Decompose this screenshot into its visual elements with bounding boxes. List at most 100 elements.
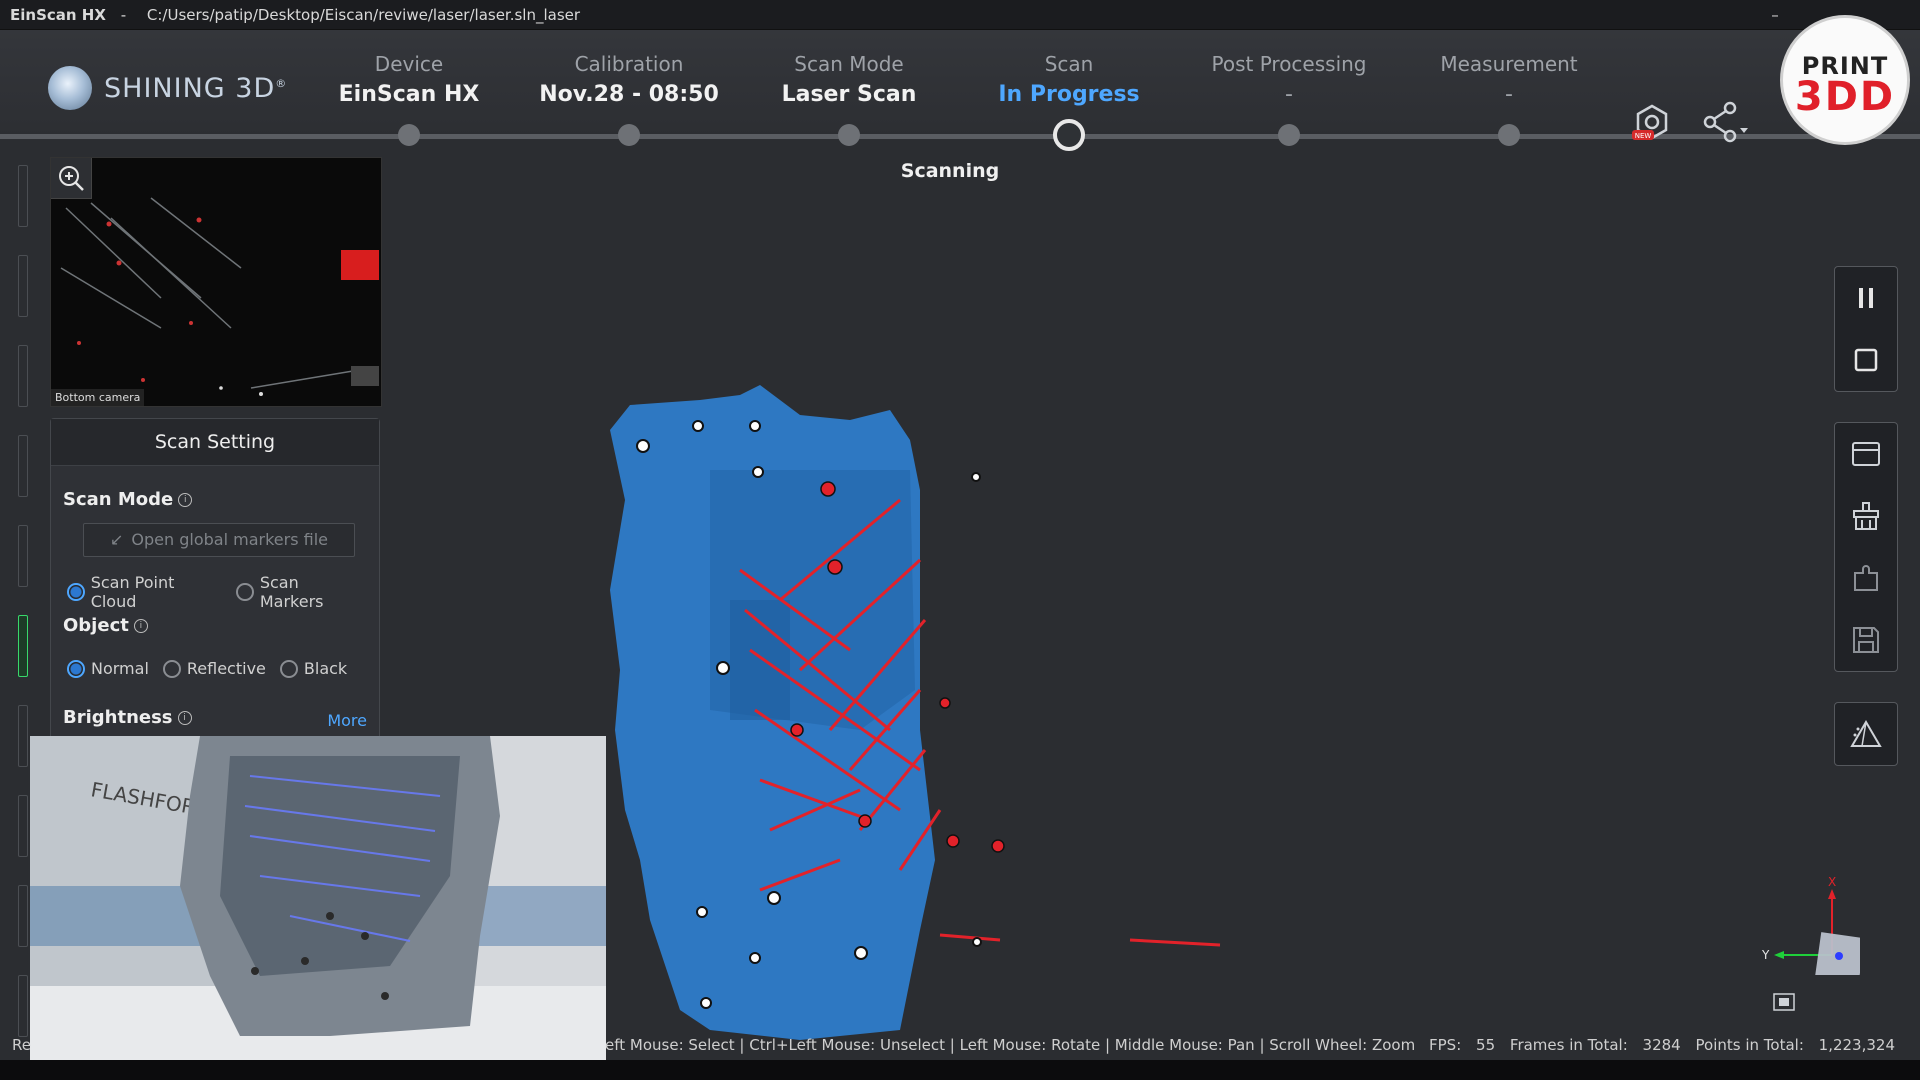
share-icon[interactable] (1700, 100, 1748, 144)
axis-x-label: X (1828, 875, 1836, 889)
open-markers-label: Open global markers file (131, 530, 328, 549)
info-icon[interactable]: i (133, 619, 148, 633)
scan-control-group (1834, 266, 1898, 392)
step-node-device[interactable] (398, 124, 420, 146)
new-feature-icon[interactable]: NEW (1630, 100, 1674, 144)
radio-unselected-icon (162, 659, 181, 678)
points-value: 1,223,324 (1818, 1036, 1895, 1054)
step-value: Nov.28 - 08:50 (539, 82, 719, 107)
stop-icon (1854, 348, 1878, 372)
brightness-label: Brightness (63, 707, 173, 728)
step-scan[interactable]: Scan In Progress (959, 52, 1179, 107)
fps-label: FPS: (1429, 1036, 1462, 1054)
strip-segment-active (18, 615, 28, 677)
pause-button[interactable] (1835, 267, 1897, 329)
more-link[interactable]: More (327, 711, 367, 730)
strip-segment (18, 705, 28, 767)
step-node-post-processing[interactable] (1278, 124, 1300, 146)
object-options: Normal Reflective Black (67, 659, 361, 678)
plugin-button[interactable] (1835, 547, 1897, 609)
step-node-scan-mode[interactable] (838, 124, 860, 146)
strip-segment (18, 255, 28, 317)
badge-line2: 3DD (1794, 74, 1896, 120)
left-progress-strip (18, 165, 28, 1045)
strip-segment (18, 165, 28, 227)
step-node-measurement[interactable] (1498, 124, 1520, 146)
zoom-in-button[interactable] (51, 158, 92, 199)
mesh-button[interactable] (1835, 703, 1897, 765)
brand-name: SHINING 3D (104, 72, 276, 104)
info-icon[interactable]: i (177, 711, 192, 725)
status-left-fragment: Re (12, 1036, 31, 1054)
fit-view-icon (1773, 993, 1795, 1011)
strip-segment (18, 435, 28, 497)
window-button[interactable] (1835, 423, 1897, 485)
step-value: - (1285, 82, 1293, 107)
frames-label: Frames in Total: (1509, 1036, 1628, 1054)
registered-mark: ® (275, 76, 288, 90)
edit-tools-group (1834, 422, 1898, 672)
panel-title: Scan Setting (51, 419, 379, 466)
strip-segment (18, 525, 28, 587)
step-label: Post Processing (1211, 52, 1367, 76)
radio-scan-point-cloud[interactable]: Scan Point Cloud (67, 573, 222, 611)
open-global-markers-button[interactable]: ↙ Open global markers file (83, 523, 355, 557)
step-value: EinScan HX (338, 82, 480, 107)
import-icon: ↙ (110, 530, 124, 549)
radio-normal[interactable]: Normal (67, 659, 149, 678)
radio-label: Normal (91, 659, 149, 678)
frames-value: 3284 (1642, 1036, 1681, 1054)
scan-setting-panel: Scan Setting Scan Mode i ↙ Open global mar… (50, 418, 380, 740)
window-icon (1852, 442, 1880, 466)
save-button[interactable] (1835, 609, 1897, 671)
shining3d-logo-icon (48, 66, 92, 110)
window-title-bar: EinScan HX - C:/Users/patip/Desktop/Eisc… (0, 0, 1920, 30)
plugin-icon (1854, 565, 1878, 591)
radio-black[interactable]: Black (279, 659, 348, 678)
scan-mode-heading: Scan Mode i (63, 489, 193, 510)
zoom-in-icon (59, 166, 84, 191)
bottom-camera-preview: Bottom camera (50, 157, 382, 407)
strip-segment (18, 795, 28, 857)
strip-segment (18, 885, 28, 947)
radio-label: Black (303, 659, 348, 678)
fit-view-button[interactable] (1772, 992, 1796, 1012)
radio-scan-markers[interactable]: Scan Markers (236, 573, 365, 611)
info-icon[interactable]: i (178, 493, 193, 507)
mesh-icon (1850, 720, 1882, 747)
clean-icon (1853, 502, 1879, 530)
brand-logo: SHINING 3D® (48, 66, 287, 110)
axis-gizmo-icon: X Y (1761, 875, 1865, 982)
step-measurement[interactable]: Measurement - (1399, 52, 1619, 107)
strip-segment (18, 975, 28, 1037)
step-node-calibration[interactable] (618, 124, 640, 146)
workflow-step-bar: SHINING 3D® Device EinScan HX Calibratio… (0, 30, 1920, 143)
step-scan-mode[interactable]: Scan Mode Laser Scan (739, 52, 959, 107)
project-path: C:/Users/patip/Desktop/Eiscan/reviwe/las… (146, 6, 581, 24)
radio-unselected-icon (236, 583, 254, 601)
mesh-tools-group (1834, 702, 1898, 766)
step-post-processing[interactable]: Post Processing - (1179, 52, 1399, 107)
app-name: EinScan HX (10, 6, 106, 24)
pause-icon (1859, 288, 1873, 308)
live-video-feed: FLASHFORGE (30, 736, 606, 1060)
bottom-edge (0, 1060, 1920, 1080)
minimize-button[interactable]: – (1760, 0, 1790, 30)
radio-selected-icon (67, 659, 85, 678)
stop-button[interactable] (1835, 329, 1897, 391)
radio-label: Scan Point Cloud (90, 573, 175, 611)
points-label: Points in Total: (1695, 1036, 1804, 1054)
clean-button[interactable] (1835, 485, 1897, 547)
axis-orientation-gizmo[interactable]: X Y (1760, 875, 1865, 982)
radio-reflective[interactable]: Reflective (162, 659, 266, 678)
status-bar: Re eft Mouse: Select | Ctrl+Left Mouse: … (0, 1036, 1920, 1056)
save-icon (1853, 627, 1879, 653)
step-node-scan[interactable] (1053, 119, 1085, 151)
new-tag: NEW (1635, 132, 1652, 140)
radio-unselected-icon (279, 659, 298, 678)
step-calibration[interactable]: Calibration Nov.28 - 08:50 (519, 52, 739, 107)
radio-label: Reflective (186, 659, 266, 678)
axis-y-label: Y (1761, 948, 1770, 962)
step-device[interactable]: Device EinScan HX (299, 52, 519, 107)
strip-segment (18, 345, 28, 407)
